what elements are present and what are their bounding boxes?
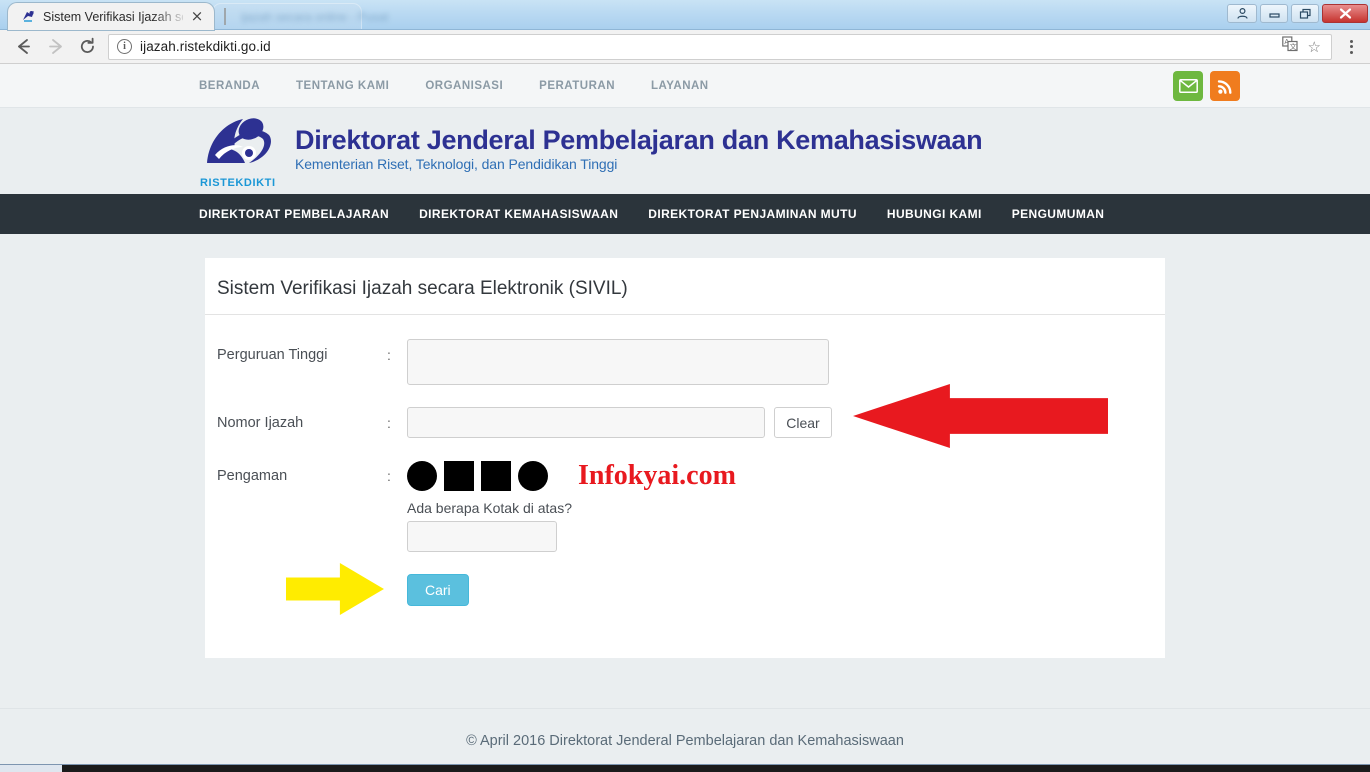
bookmark-star-icon[interactable]: ☆ [1308,38,1321,56]
back-icon[interactable] [8,32,38,62]
submit-spacer-colon [387,574,407,582]
site-main-nav: DIREKTORAT PEMBELAJARAN DIREKTORAT KEMAH… [0,194,1370,234]
reload-icon[interactable] [72,32,102,62]
site-subtitle: Kementerian Riset, Teknologi, dan Pendid… [295,155,618,172]
browser-menu-icon[interactable] [1340,33,1362,61]
forward-icon[interactable] [40,32,70,62]
watermark-text: Infokyai.com [578,460,736,491]
browser-window: Sistem Verifikasi Ijazah se × ijazah sec… [0,0,1370,772]
site-footer: © April 2016 Direktorat Jenderal Pembela… [0,708,1370,772]
mainnav-item-direktorat-penjaminan-mutu[interactable]: DIREKTORAT PENJAMINAN MUTU [648,207,857,221]
captcha-answer-input[interactable] [407,521,557,552]
address-bar[interactable]: i ijazah.ristekdikti.go.id A 文 ☆ [108,33,1332,60]
browser-tabstrip: Sistem Verifikasi Ijazah se × ijazah sec… [0,0,1370,30]
nomor-ijazah-colon: : [387,415,391,431]
cari-submit-button[interactable]: Cari [407,574,469,606]
field-row-perguruan-tinggi: Perguruan Tinggi : [217,339,1153,385]
site-top-utility-bar: BERANDA TENTANG KAMI ORGANISASI PERATURA… [0,64,1370,108]
page-info-icon[interactable]: i [117,39,132,54]
nomor-ijazah-label: Nomor Ijazah [217,415,304,431]
topnav-item-beranda[interactable]: BERANDA [199,80,260,92]
close-window-button[interactable] [1322,4,1368,23]
svg-text:文: 文 [1289,42,1296,51]
close-icon[interactable]: × [190,9,204,24]
browser-tab-active[interactable]: Sistem Verifikasi Ijazah se × [8,3,214,30]
translate-icon[interactable]: A 文 [1281,36,1298,57]
mainnav-item-direktorat-pembelajaran[interactable]: DIREKTORAT PEMBELAJARAN [199,207,389,221]
perguruan-tinggi-colon: : [387,347,391,363]
pengaman-colon: : [387,468,391,484]
site-top-nav: BERANDA TENTANG KAMI ORGANISASI PERATURA… [185,64,1185,107]
page-title: Sistem Verifikasi Ijazah secara Elektron… [217,278,628,299]
rss-icon[interactable] [1210,71,1240,101]
browser-tab-inactive[interactable]: ijazah secara online - Pusat [212,3,388,30]
browser-tab-title: Sistem Verifikasi Ijazah se [43,9,183,24]
ristekdikti-logo-icon: RISTEKDIKTI [199,113,281,189]
taskbar-start-area[interactable] [0,765,62,772]
topnav-item-layanan[interactable]: LAYANAN [651,80,709,92]
mainnav-item-direktorat-kemahasiswaan[interactable]: DIREKTORAT KEMAHASISWAAN [419,207,618,221]
perguruan-tinggi-label: Perguruan Tinggi [217,347,328,363]
social-links [1173,71,1240,101]
browser-toolbar: i ijazah.ristekdikti.go.id A 文 ☆ [0,30,1370,64]
web-page: BERANDA TENTANG KAMI ORGANISASI PERATURA… [0,64,1370,772]
restore-button[interactable] [1291,4,1319,23]
page-content: Sistem Verifikasi Ijazah secara Elektron… [0,234,1370,658]
perguruan-tinggi-input[interactable] [407,339,829,385]
captcha-question: Ada berapa Kotak di atas? [407,500,573,516]
os-taskbar [0,764,1370,772]
email-icon[interactable] [1173,71,1203,101]
field-row-pengaman: Pengaman : Infokyai.com Ada berapa Kotak… [217,460,1153,552]
logo-text: RISTEKDIKTI [200,177,276,189]
minimize-button[interactable] [1260,4,1288,23]
clear-button[interactable]: Clear [774,407,832,438]
site-brand-band: RISTEKDIKTI Direktorat Jenderal Pembelaj… [0,108,1370,194]
url-text: ijazah.ristekdikti.go.id [140,39,271,54]
browser-tab-title-blurred: ijazah secara online - Pusat [241,9,389,24]
site-title: Direktorat Jenderal Pembelajaran dan Kem… [295,125,983,156]
user-profile-icon[interactable] [1227,4,1257,23]
footer-copyright: © April 2016 Direktorat Jenderal Pembela… [466,732,904,749]
pengaman-label: Pengaman [217,468,288,484]
panel-header: Sistem Verifikasi Ijazah secara Elektron… [205,258,1165,315]
captcha-shape-circle-2 [518,461,548,491]
captcha-shape-circle-1 [407,461,437,491]
mainnav-item-pengumuman[interactable]: PENGUMUMAN [1012,207,1105,221]
blank-favicon [224,8,226,25]
topnav-item-organisasi[interactable]: ORGANISASI [425,80,503,92]
omnibox-actions: A 文 ☆ [1281,36,1323,57]
topnav-item-peraturan[interactable]: PERATURAN [539,80,615,92]
captcha-shape-square-1 [444,461,474,491]
nomor-ijazah-input[interactable] [407,407,765,438]
mainnav-item-hubungi-kami[interactable]: HUBUNGI KAMI [887,207,982,221]
topnav-item-tentang-kami[interactable]: TENTANG KAMI [296,80,389,92]
site-title-block: Direktorat Jenderal Pembelajaran dan Kem… [295,125,983,175]
captcha-shape-square-2 [481,461,511,491]
captcha-shapes [407,460,548,492]
ristekdikti-favicon [20,9,36,25]
window-controls [1224,0,1368,27]
